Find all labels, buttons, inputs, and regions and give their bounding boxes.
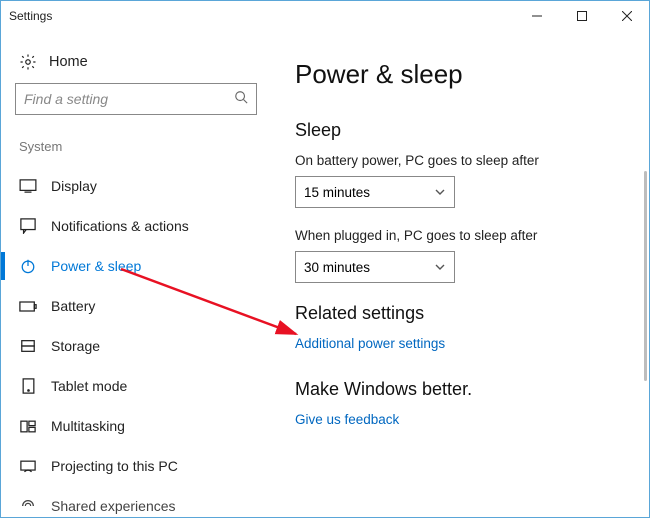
shared-icon bbox=[19, 497, 37, 515]
sidebar-item-label: Power & sleep bbox=[51, 258, 141, 274]
give-feedback-link[interactable]: Give us feedback bbox=[295, 412, 639, 427]
power-icon bbox=[19, 257, 37, 275]
sidebar-item-display[interactable]: Display bbox=[15, 166, 257, 206]
scrollbar[interactable] bbox=[644, 171, 647, 381]
sidebar-item-label: Multitasking bbox=[51, 418, 125, 434]
search-input[interactable] bbox=[24, 91, 234, 107]
window-title: Settings bbox=[9, 9, 52, 23]
search-box[interactable] bbox=[15, 83, 257, 115]
battery-icon bbox=[19, 297, 37, 315]
sidebar-item-label: Tablet mode bbox=[51, 378, 127, 394]
sidebar-item-shared-experiences[interactable]: Shared experiences bbox=[15, 486, 257, 517]
sidebar-item-label: Projecting to this PC bbox=[51, 458, 178, 474]
sidebar-item-label: Shared experiences bbox=[51, 498, 176, 514]
search-icon bbox=[234, 90, 248, 109]
sidebar-item-label: Storage bbox=[51, 338, 100, 354]
additional-power-settings-link[interactable]: Additional power settings bbox=[295, 336, 639, 351]
plugged-sleep-label: When plugged in, PC goes to sleep after bbox=[295, 228, 639, 243]
sidebar-item-storage[interactable]: Storage bbox=[15, 326, 257, 366]
content-pane: Power & sleep Sleep On battery power, PC… bbox=[271, 31, 649, 517]
sidebar-item-label: Battery bbox=[51, 298, 95, 314]
minimize-button[interactable] bbox=[514, 1, 559, 31]
plugged-sleep-value: 30 minutes bbox=[304, 260, 370, 275]
home-button[interactable]: Home bbox=[15, 47, 257, 83]
sidebar-item-notifications[interactable]: Notifications & actions bbox=[15, 206, 257, 246]
home-label: Home bbox=[49, 54, 88, 70]
page-title: Power & sleep bbox=[295, 59, 639, 90]
multitasking-icon bbox=[19, 417, 37, 435]
sleep-heading: Sleep bbox=[295, 120, 639, 141]
chevron-down-icon bbox=[434, 261, 446, 273]
display-icon bbox=[19, 177, 37, 195]
category-label: System bbox=[15, 139, 257, 166]
battery-sleep-label: On battery power, PC goes to sleep after bbox=[295, 153, 639, 168]
battery-sleep-select[interactable]: 15 minutes bbox=[295, 176, 455, 208]
related-heading: Related settings bbox=[295, 303, 639, 324]
plugged-sleep-select[interactable]: 30 minutes bbox=[295, 251, 455, 283]
sidebar-item-multitasking[interactable]: Multitasking bbox=[15, 406, 257, 446]
storage-icon bbox=[19, 337, 37, 355]
gear-icon bbox=[19, 53, 37, 71]
sidebar-item-tablet-mode[interactable]: Tablet mode bbox=[15, 366, 257, 406]
notifications-icon bbox=[19, 217, 37, 235]
sidebar: Home System Display Notifications & acti… bbox=[1, 31, 271, 517]
settings-window: Settings Home bbox=[0, 0, 650, 518]
battery-sleep-value: 15 minutes bbox=[304, 185, 370, 200]
sidebar-item-projecting[interactable]: Projecting to this PC bbox=[15, 446, 257, 486]
sidebar-item-label: Notifications & actions bbox=[51, 218, 189, 234]
sidebar-item-power-sleep[interactable]: Power & sleep bbox=[15, 246, 257, 286]
sidebar-item-battery[interactable]: Battery bbox=[15, 286, 257, 326]
tablet-icon bbox=[19, 377, 37, 395]
titlebar: Settings bbox=[1, 1, 649, 31]
maximize-button[interactable] bbox=[559, 1, 604, 31]
chevron-down-icon bbox=[434, 186, 446, 198]
projecting-icon bbox=[19, 457, 37, 475]
sidebar-item-label: Display bbox=[51, 178, 97, 194]
feedback-heading: Make Windows better. bbox=[295, 379, 639, 400]
close-button[interactable] bbox=[604, 1, 649, 31]
